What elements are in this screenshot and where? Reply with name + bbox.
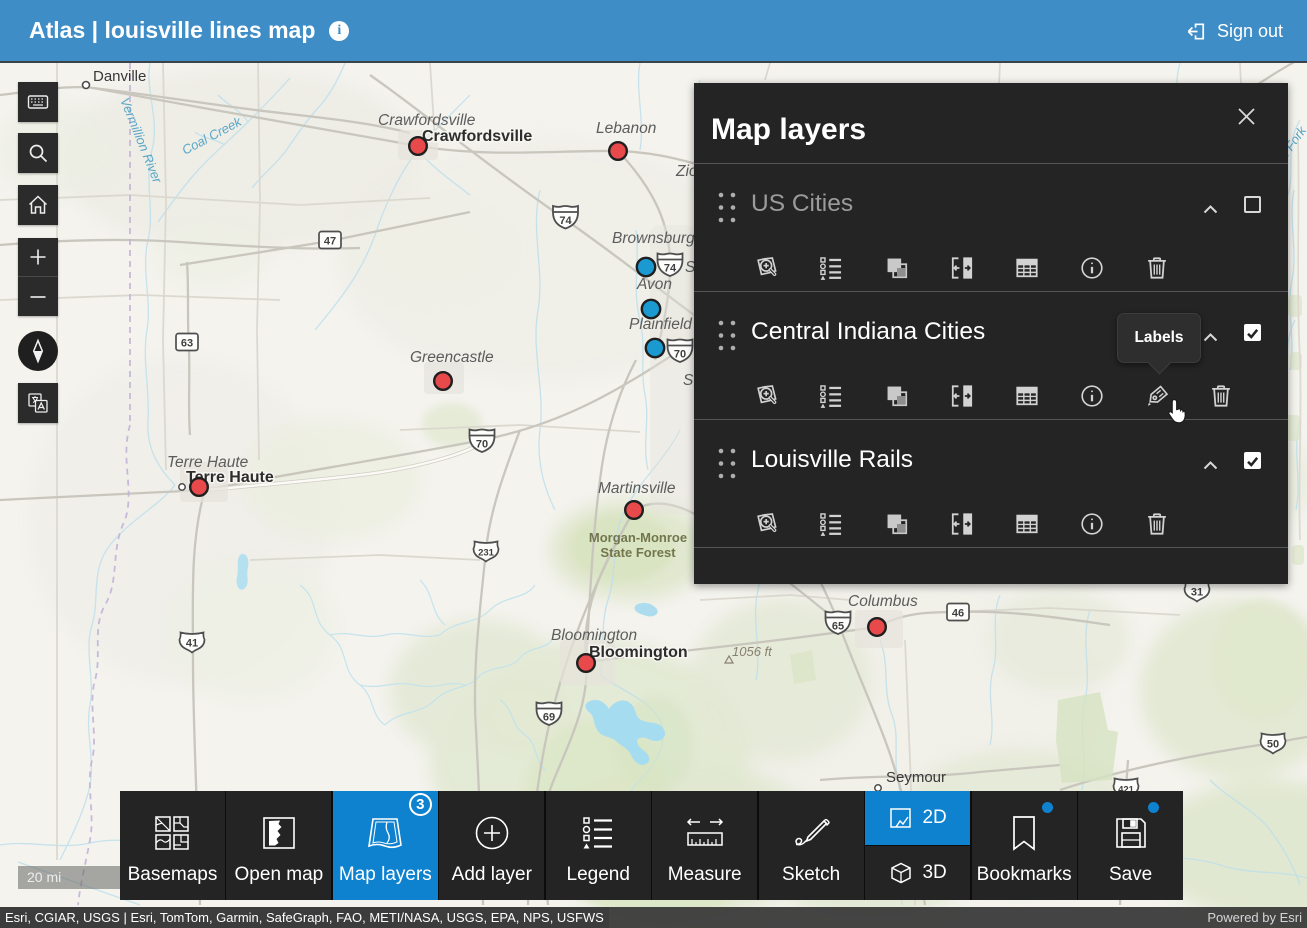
svg-text:41: 41 xyxy=(186,638,198,650)
svg-text:Greencastle: Greencastle xyxy=(410,349,494,366)
svg-text:Columbus: Columbus xyxy=(848,593,918,610)
svg-text:Plainfield: Plainfield xyxy=(629,316,693,333)
svg-text:Brownsburg: Brownsburg xyxy=(612,230,695,247)
svg-text:1056 ft: 1056 ft xyxy=(732,644,773,659)
svg-text:74: 74 xyxy=(664,263,677,275)
svg-text:63: 63 xyxy=(181,338,193,350)
svg-text:Crawfordsville: Crawfordsville xyxy=(422,128,532,145)
svg-text:65: 65 xyxy=(832,621,844,633)
svg-text:Avon: Avon xyxy=(636,276,672,293)
svg-text:Morgan-Monroe: Morgan-Monroe xyxy=(589,530,687,545)
svg-text:70: 70 xyxy=(674,349,686,361)
svg-text:Bloomington: Bloomington xyxy=(589,644,688,661)
svg-text:Seymour: Seymour xyxy=(886,769,946,786)
svg-text:231: 231 xyxy=(478,548,495,559)
svg-text:46: 46 xyxy=(952,608,964,620)
svg-text:69: 69 xyxy=(543,712,555,724)
svg-text:74: 74 xyxy=(559,215,572,227)
svg-text:Lebanon: Lebanon xyxy=(596,120,656,137)
svg-text:50: 50 xyxy=(1267,739,1279,751)
svg-text:31: 31 xyxy=(1191,587,1203,599)
svg-text:State Forest: State Forest xyxy=(600,545,676,560)
svg-text:Danville: Danville xyxy=(93,68,146,85)
svg-text:Crawfordsville: Crawfordsville xyxy=(378,112,476,129)
svg-text:S: S xyxy=(683,372,694,389)
svg-text:Bloomington: Bloomington xyxy=(551,627,637,644)
svg-text:47: 47 xyxy=(324,236,336,248)
svg-text:Martinsville: Martinsville xyxy=(598,480,676,497)
svg-text:70: 70 xyxy=(476,439,488,451)
